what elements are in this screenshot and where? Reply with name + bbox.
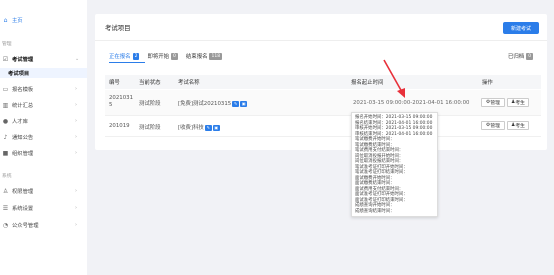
chevron-right-icon: › bbox=[75, 205, 77, 211]
manage-button[interactable]: ⚙ 管理 bbox=[481, 98, 505, 107]
sidebar-item-label: 公众号管理 bbox=[12, 223, 39, 229]
row-id-line1: 2021031 bbox=[109, 95, 134, 101]
sidebar-item-exam-manage[interactable]: ☑ 考试管理 ⌄ bbox=[0, 54, 87, 64]
sidebar-item-official-account[interactable]: ◔ 公众号管理 › bbox=[0, 220, 87, 230]
chevron-right-icon: › bbox=[75, 118, 77, 124]
table-header: 编号 当前状态 考试名称 报名起止时间 操作 bbox=[105, 75, 541, 89]
column-header-actions: 操作 bbox=[482, 80, 493, 86]
sidebar-item-label: 组织管理 bbox=[12, 151, 34, 157]
page-title: 考试项目 bbox=[105, 24, 131, 32]
exam-name-text: [免费]测试20210315 bbox=[178, 101, 232, 107]
sidebar: ⌂ 主页 管理 ☑ 考试管理 ⌄ 考试项目 ▭ 报名模板 › ▥ 统计汇总 › … bbox=[0, 0, 87, 275]
lock-icon: ♙ bbox=[2, 187, 9, 195]
tooltip-line: 成绩查询结束时间： bbox=[355, 208, 395, 214]
tab-count-badge: 2 bbox=[132, 52, 140, 60]
sidebar-item-label: 主页 bbox=[12, 18, 23, 24]
table-row: 2021031 5 测试阶段 [免费]测试20210315 ✎ ▣ 2021-03-… bbox=[105, 90, 541, 116]
sidebar-item-label: 人才库 bbox=[12, 119, 28, 125]
new-exam-button[interactable]: 新建考试 bbox=[503, 22, 539, 34]
copy-icon[interactable]: ▣ bbox=[240, 100, 248, 107]
sidebar-item-permission[interactable]: ♙ 权限管理 › bbox=[0, 186, 87, 196]
column-header-status: 当前状态 bbox=[139, 80, 161, 86]
sidebar-item-home[interactable]: ⌂ 主页 bbox=[0, 15, 87, 25]
chevron-right-icon: › bbox=[75, 134, 77, 140]
red-arrow-annotation bbox=[383, 59, 405, 98]
candidates-button-label: 考生 bbox=[515, 101, 525, 106]
sidebar-section-manage: 管理 bbox=[2, 42, 12, 47]
tooltip-line: 审核开始时间：2021-03-15 09:00:00 bbox=[355, 126, 433, 132]
manage-button-label: 管理 bbox=[490, 101, 500, 106]
column-header-name: 考试名称 bbox=[178, 80, 200, 86]
tab-label: 结束报名 bbox=[185, 54, 208, 60]
row-period[interactable]: 2021-03-15 09:00:00-2021-04-01 16:00:00 bbox=[353, 100, 469, 106]
chevron-right-icon: › bbox=[75, 188, 77, 194]
chevron-right-icon: › bbox=[75, 222, 77, 228]
tab-count-badge: 0 bbox=[171, 52, 178, 60]
tab-ended[interactable]: 结束报名 118 bbox=[185, 52, 223, 60]
tab-label: 正在报名 bbox=[109, 54, 131, 60]
sidebar-item-label: 考试管理 bbox=[12, 57, 34, 63]
tab-signing-up[interactable]: 正在报名 2 bbox=[109, 52, 140, 60]
sidebar-item-stats[interactable]: ▥ 统计汇总 › bbox=[0, 100, 87, 110]
edit-icon[interactable]: ✎ bbox=[232, 100, 240, 107]
column-header-period: 报名起止时间 bbox=[351, 80, 384, 86]
row-exam-name[interactable]: [收费]科技 ✎ ▣ bbox=[178, 123, 220, 131]
sidebar-item-talent-pool[interactable]: ● 人才库 › bbox=[0, 116, 87, 126]
chevron-right-icon: › bbox=[75, 86, 77, 92]
row-id: 201019 bbox=[109, 123, 130, 129]
checkbox-icon: ☑ bbox=[2, 55, 9, 63]
column-header-id: 编号 bbox=[109, 80, 120, 86]
sidebar-item-label: 系统设置 bbox=[12, 206, 34, 212]
tab-count-badge: 0 bbox=[526, 52, 534, 60]
tab-archived[interactable]: 已归档 0 bbox=[508, 52, 534, 60]
tab-upcoming[interactable]: 即将开始 0 bbox=[147, 52, 178, 60]
users-icon: ● bbox=[2, 117, 9, 125]
sidebar-section-system: 系统 bbox=[2, 174, 12, 179]
org-icon: ■ bbox=[2, 149, 9, 157]
sidebar-item-label: 统计汇总 bbox=[12, 103, 34, 109]
sidebar-item-label: 考试项目 bbox=[8, 71, 30, 77]
row-status: 测试阶段 bbox=[139, 101, 161, 107]
tooltip-line: 报名开始时间：2021-03-15 09:00:00 bbox=[355, 115, 433, 120]
bell-icon: ♪ bbox=[3, 133, 8, 141]
row-status: 测试阶段 bbox=[139, 125, 161, 131]
sidebar-item-exam-project[interactable]: 考试项目 bbox=[0, 68, 87, 78]
manage-button[interactable]: ⚙ 管理 bbox=[481, 121, 505, 130]
sidebar-item-org-manage[interactable]: ■ 组织管理 › bbox=[0, 148, 87, 158]
bar-chart-icon: ▥ bbox=[2, 101, 9, 109]
copy-icon[interactable]: ▣ bbox=[212, 124, 220, 131]
tab-label: 已归档 bbox=[508, 54, 525, 60]
candidates-button[interactable]: ♟ 考生 bbox=[507, 121, 529, 130]
sidebar-item-system-settings[interactable]: ☰ 系统设置 › bbox=[0, 203, 87, 213]
template-icon: ▭ bbox=[2, 85, 9, 93]
tab-count-badge: 118 bbox=[209, 52, 223, 60]
chevron-right-icon: › bbox=[75, 150, 77, 156]
edit-icon[interactable]: ✎ bbox=[204, 124, 212, 131]
exam-name-text: [收费]科技 bbox=[178, 125, 204, 131]
sidebar-item-notice[interactable]: ♪ 通知公告 › bbox=[0, 132, 87, 142]
divider bbox=[95, 40, 547, 41]
chevron-down-icon: ⌄ bbox=[75, 56, 80, 62]
chevron-right-icon: › bbox=[75, 102, 77, 108]
candidates-button[interactable]: ♟ 考生 bbox=[507, 98, 529, 107]
period-tooltip: 报名开始时间：2021-03-15 09:00:00 报名结束时间：2021-0… bbox=[351, 112, 438, 218]
wechat-icon: ◔ bbox=[2, 221, 9, 229]
sidebar-item-signup-template[interactable]: ▭ 报名模板 › bbox=[0, 84, 87, 94]
candidates-button-label: 考生 bbox=[515, 124, 525, 129]
row-id-line2: 5 bbox=[109, 102, 113, 108]
sidebar-item-label: 权限管理 bbox=[12, 189, 34, 195]
table-row: 201019 测试阶段 [收费]科技 ✎ ▣ ⚙ 管理 ♟ 考生 bbox=[105, 117, 541, 137]
manage-button-label: 管理 bbox=[490, 124, 500, 129]
sidebar-item-label: 通知公告 bbox=[12, 135, 34, 141]
row-exam-name[interactable]: [免费]测试20210315 ✎ ▣ bbox=[178, 99, 248, 107]
active-tab-underline bbox=[109, 62, 145, 63]
home-icon: ⌂ bbox=[3, 16, 8, 24]
sliders-icon: ☰ bbox=[2, 204, 9, 212]
status-tabs: 正在报名 2 即将开始 0 结束报名 118 bbox=[109, 52, 230, 60]
tab-label: 即将开始 bbox=[147, 54, 170, 60]
sidebar-item-label: 报名模板 bbox=[12, 87, 34, 93]
row-id: 2021031 5 bbox=[109, 95, 133, 109]
